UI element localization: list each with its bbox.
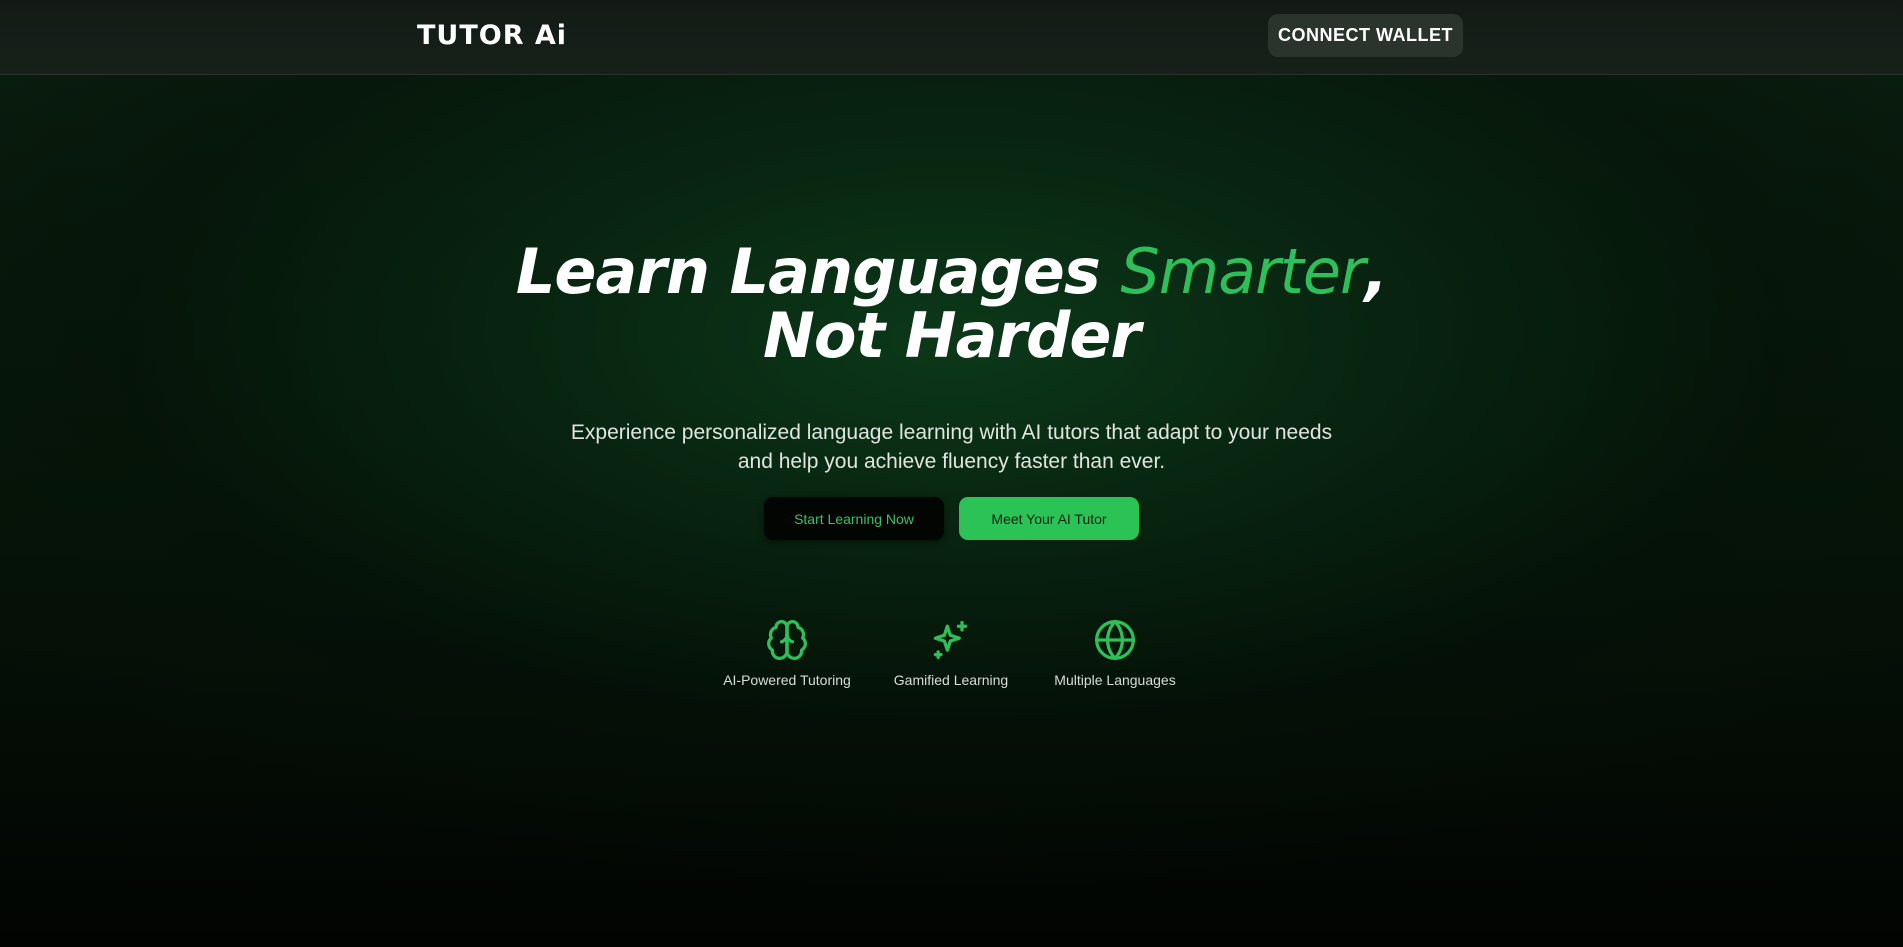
- hero-subtitle: Experience personalized language learnin…: [570, 421, 1333, 473]
- landing-page: TUTOR Ai CONNECT WALLET Learn Languages …: [0, 0, 1903, 947]
- feature-gamified-learning: Gamified Learning: [871, 618, 1031, 689]
- feature-ai-tutoring: AI-Powered Tutoring: [707, 618, 867, 689]
- feature-label: AI-Powered Tutoring: [723, 672, 851, 688]
- sparkles-icon: [929, 618, 973, 662]
- hero-title-part1: Learn Languages: [515, 235, 1121, 308]
- top-nav-bar: TUTOR Ai CONNECT WALLET: [0, 0, 1903, 75]
- globe-icon: [1093, 618, 1137, 662]
- feature-label: Multiple Languages: [1054, 672, 1176, 688]
- feature-multiple-languages: Multiple Languages: [1035, 618, 1195, 689]
- hero-title-accent: Smarter: [1120, 235, 1365, 308]
- start-learning-button[interactable]: Start Learning Now: [764, 497, 944, 540]
- meet-ai-tutor-button[interactable]: Meet Your AI Tutor: [959, 497, 1139, 540]
- hero-title-line2: Not Harder: [762, 299, 1141, 372]
- feature-label: Gamified Learning: [893, 672, 1009, 688]
- brand-logo[interactable]: TUTOR Ai: [417, 20, 567, 52]
- hero-title-comma: ,: [1364, 235, 1389, 308]
- brain-icon: [765, 618, 809, 662]
- hero-title: Learn Languages Smarter, Not Harder: [0, 240, 1903, 368]
- connect-wallet-button[interactable]: CONNECT WALLET: [1268, 14, 1463, 57]
